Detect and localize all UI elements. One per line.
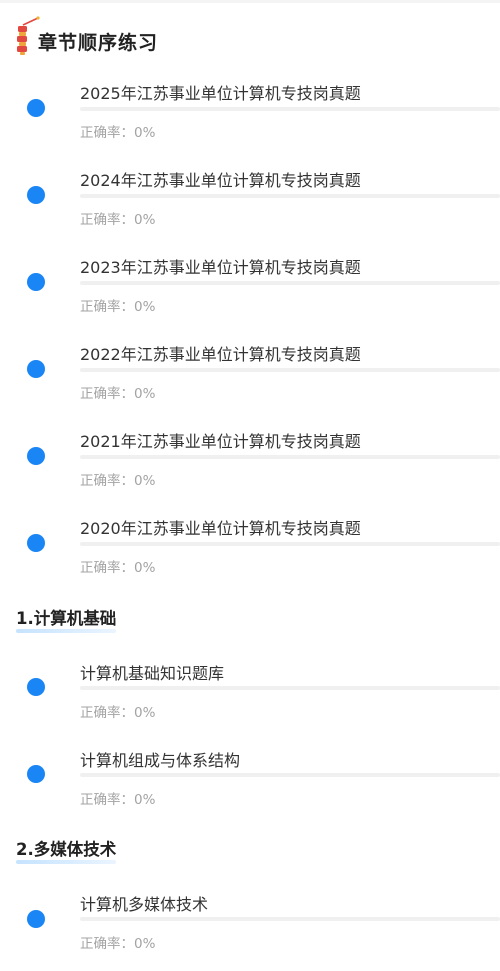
item-marker-dot: [27, 99, 45, 117]
section-underline: [16, 629, 117, 633]
section-title: 1.计算机基础: [16, 609, 117, 628]
firecracker-icon: [14, 16, 40, 56]
item-marker-dot: [27, 534, 45, 552]
progress-bar: [80, 686, 500, 690]
progress-bar: [80, 455, 500, 459]
item-marker-dot: [27, 910, 45, 928]
list-item[interactable]: 2024年江苏事业单位计算机专技岗真题 正确率：0%: [0, 167, 500, 247]
item-marker-dot: [27, 447, 45, 465]
section-heading: 2.多媒体技术: [16, 836, 117, 864]
progress-bar: [80, 773, 500, 777]
accuracy-label: 正确率：0%: [80, 125, 156, 141]
item-marker-dot: [27, 360, 45, 378]
item-title: 计算机基础知识题库: [80, 664, 225, 683]
item-marker-dot: [27, 273, 45, 291]
item-marker-dot: [27, 186, 45, 204]
item-title: 2023年江苏事业单位计算机专技岗真题: [80, 258, 361, 277]
item-marker-dot: [27, 678, 45, 696]
list-item[interactable]: 计算机组成与体系结构 正确率：0%: [0, 747, 500, 827]
accuracy-label: 正确率：0%: [80, 473, 156, 489]
accuracy-label: 正确率：0%: [80, 792, 156, 808]
accuracy-label: 正确率：0%: [80, 212, 156, 228]
progress-bar: [80, 107, 500, 111]
item-marker-dot: [27, 765, 45, 783]
accuracy-label: 正确率：0%: [80, 936, 156, 952]
list-item[interactable]: 2020年江苏事业单位计算机专技岗真题 正确率：0%: [0, 515, 500, 595]
list-item[interactable]: 2025年江苏事业单位计算机专技岗真题 正确率：0%: [0, 80, 500, 160]
page-header: 章节顺序练习: [14, 16, 158, 56]
progress-bar: [80, 542, 500, 546]
top-divider: [0, 0, 500, 3]
section-heading: 1.计算机基础: [16, 605, 117, 633]
accuracy-label: 正确率：0%: [80, 705, 156, 721]
section-underline: [16, 860, 117, 864]
item-title: 计算机多媒体技术: [80, 895, 209, 914]
list-item[interactable]: 2021年江苏事业单位计算机专技岗真题 正确率：0%: [0, 428, 500, 508]
list-item[interactable]: 计算机基础知识题库 正确率：0%: [0, 660, 500, 740]
list-item[interactable]: 2022年江苏事业单位计算机专技岗真题 正确率：0%: [0, 341, 500, 421]
section-title: 2.多媒体技术: [16, 840, 117, 859]
accuracy-label: 正确率：0%: [80, 560, 156, 576]
list-item[interactable]: 计算机多媒体技术 正确率：0%: [0, 891, 500, 971]
item-title: 计算机组成与体系结构: [80, 751, 241, 770]
progress-bar: [80, 194, 500, 198]
item-title: 2025年江苏事业单位计算机专技岗真题: [80, 84, 361, 103]
accuracy-label: 正确率：0%: [80, 386, 156, 402]
item-title: 2024年江苏事业单位计算机专技岗真题: [80, 171, 361, 190]
item-title: 2022年江苏事业单位计算机专技岗真题: [80, 345, 361, 364]
accuracy-label: 正确率：0%: [80, 299, 156, 315]
progress-bar: [80, 368, 500, 372]
page-title: 章节顺序练习: [38, 31, 159, 54]
progress-bar: [80, 281, 500, 285]
list-item[interactable]: 2023年江苏事业单位计算机专技岗真题 正确率：0%: [0, 254, 500, 334]
item-title: 2021年江苏事业单位计算机专技岗真题: [80, 432, 361, 451]
item-title: 2020年江苏事业单位计算机专技岗真题: [80, 519, 361, 538]
progress-bar: [80, 917, 500, 921]
